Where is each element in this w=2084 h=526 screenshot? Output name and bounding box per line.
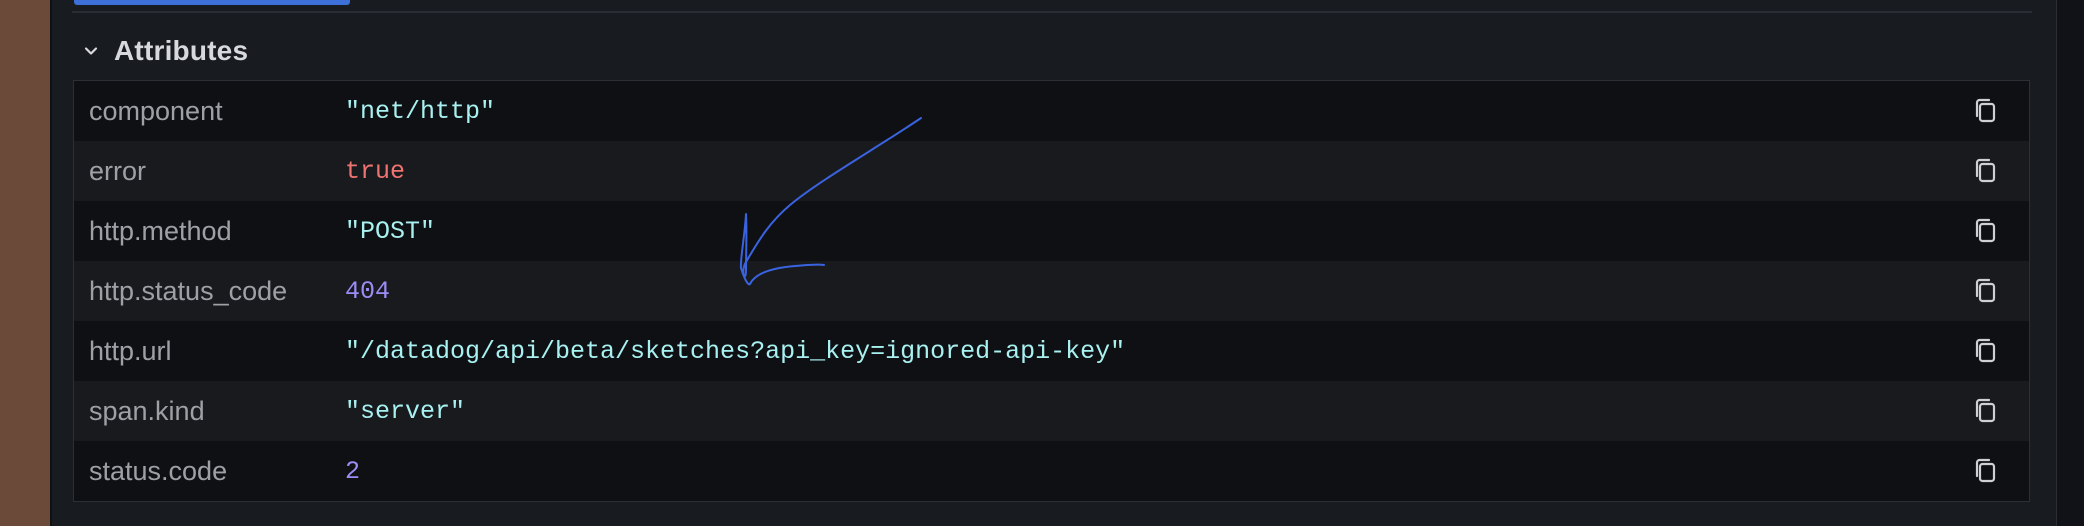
attribute-key: span.kind xyxy=(89,395,205,426)
attribute-key: http.method xyxy=(89,215,232,246)
copy-icon[interactable] xyxy=(1969,454,2003,488)
copy-icon[interactable] xyxy=(1969,394,2003,428)
attribute-value: "server" xyxy=(345,396,466,426)
attribute-row: component "net/http" xyxy=(74,81,2029,141)
copy-icon[interactable] xyxy=(1969,334,2003,368)
attribute-key: http.url xyxy=(89,335,172,366)
left-background-strip xyxy=(0,0,50,526)
attribute-row: span.kind "server" xyxy=(74,381,2029,441)
attribute-value: true xyxy=(345,156,406,186)
attribute-row: status.code 2 xyxy=(74,441,2029,501)
copy-icon[interactable] xyxy=(1969,274,2003,308)
attribute-value: 404 xyxy=(345,276,391,306)
chevron-down-icon xyxy=(80,40,102,62)
attribute-value: "/datadog/api/beta/sketches?api_key=igno… xyxy=(345,336,1126,366)
active-tab-indicator xyxy=(74,0,350,5)
attribute-key: component xyxy=(89,95,223,126)
attribute-row: http.url "/datadog/api/beta/sketches?api… xyxy=(74,321,2029,381)
right-scrollbar-track[interactable] xyxy=(2056,0,2084,526)
attribute-value: 2 xyxy=(345,456,361,486)
attribute-row: error true xyxy=(74,141,2029,201)
section-divider xyxy=(72,11,2032,13)
attributes-section-toggle[interactable]: Attributes xyxy=(80,30,248,72)
attribute-key: error xyxy=(89,155,147,186)
attribute-value: "POST" xyxy=(345,216,436,246)
copy-icon[interactable] xyxy=(1969,94,2003,128)
attribute-key: status.code xyxy=(89,455,228,486)
copy-icon[interactable] xyxy=(1969,154,2003,188)
attributes-table: component "net/http" error true http.met… xyxy=(73,80,2030,502)
trace-detail-view: Attributes component "net/http" error tr… xyxy=(0,0,2084,526)
attribute-row: http.method "POST" xyxy=(74,201,2029,261)
attribute-value: "net/http" xyxy=(345,96,496,126)
attribute-key: http.status_code xyxy=(89,275,288,306)
copy-icon[interactable] xyxy=(1969,214,2003,248)
section-title: Attributes xyxy=(114,35,249,66)
attribute-row: http.status_code 404 xyxy=(74,261,2029,321)
